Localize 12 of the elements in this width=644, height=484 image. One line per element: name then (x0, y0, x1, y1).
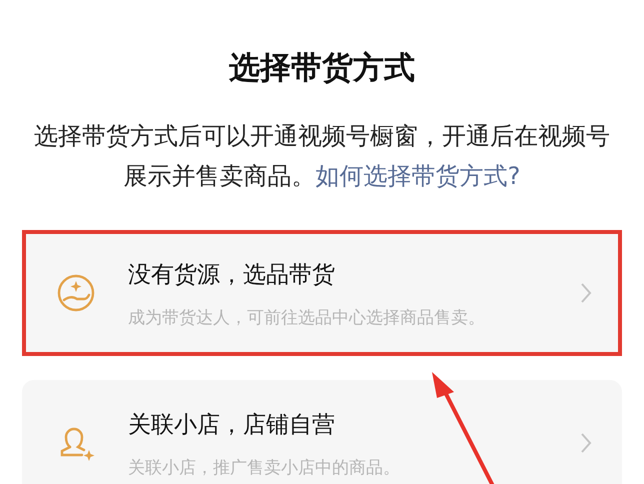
option-card[interactable]: 没有货源，选品带货 成为带货达人，可前往选品中心选择商品售卖。 (22, 230, 622, 356)
option-subtitle: 成为带货达人，可前往选品中心选择商品售卖。 (128, 306, 486, 328)
hand-coin-icon (56, 273, 96, 313)
page-title: 选择带货方式 (228, 49, 416, 88)
help-link[interactable]: 如何选择带货方式? (316, 162, 520, 190)
chevron-right-icon (580, 432, 592, 454)
option-title: 没有货源，选品带货 (128, 260, 336, 290)
option-card[interactable]: 关联小店，店铺自营 关联小店，推广售卖小店中的商品。 (22, 380, 622, 484)
chevron-right-icon (580, 282, 592, 304)
option-subtitle: 关联小店，推广售卖小店中的商品。 (128, 456, 401, 478)
option-title: 关联小店，店铺自营 (128, 410, 336, 440)
description-text: 选择带货方式后可以开通视频号橱窗，开通后在视频号展示并售卖商品。如何选择带货方式? (33, 121, 611, 192)
